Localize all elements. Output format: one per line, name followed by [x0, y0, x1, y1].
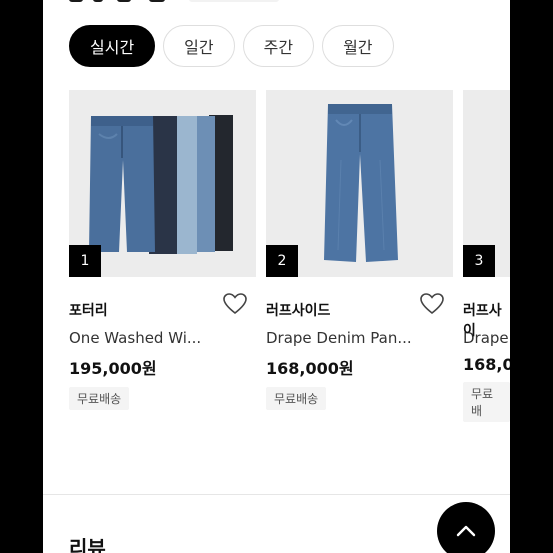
period-filter-tabs: 실시간 일간 주간 월간 [69, 25, 394, 67]
product-card[interactable]: 3 러프사이 Drape 168,0 무료배 [463, 90, 510, 422]
tab-daily[interactable]: 일간 [163, 25, 235, 67]
rank-badge: 1 [69, 245, 101, 277]
cut-off-section-header [69, 0, 279, 8]
app-screen: 실시간 일간 주간 월간 1 포터리 One Washed Wi... 195,… [43, 0, 510, 553]
heart-icon[interactable] [419, 292, 445, 316]
product-name[interactable]: Drape Denim Pan... [266, 329, 453, 347]
scroll-top-button[interactable] [437, 502, 495, 553]
product-brand[interactable]: 포터리 [69, 303, 108, 319]
free-shipping-badge: 무료배송 [266, 387, 327, 410]
rank-badge: 2 [266, 245, 298, 277]
free-shipping-badge: 무료배 [463, 382, 510, 422]
product-image[interactable]: 3 [463, 90, 510, 277]
product-name[interactable]: One Washed Wi... [69, 329, 256, 347]
product-brand[interactable]: 러프사이드 [266, 303, 330, 319]
heart-icon[interactable] [222, 292, 248, 316]
rank-badge: 3 [463, 245, 495, 277]
product-price: 168,0 [463, 355, 510, 374]
product-card[interactable]: 1 포터리 One Washed Wi... 195,000원 무료배송 [69, 90, 256, 410]
product-image[interactable]: 1 [69, 90, 256, 277]
product-image[interactable]: 2 [266, 90, 453, 277]
tab-realtime[interactable]: 실시간 [69, 25, 156, 67]
review-section-title: 리뷰 [69, 536, 106, 553]
tab-monthly[interactable]: 월간 [322, 25, 394, 67]
section-divider [43, 494, 510, 495]
product-price: 168,000원 [266, 359, 354, 378]
free-shipping-badge: 무료배송 [69, 387, 130, 410]
chevron-up-icon [456, 525, 476, 537]
product-card[interactable]: 2 러프사이드 Drape Denim Pan... 168,000원 무료배송 [266, 90, 453, 410]
product-price: 195,000원 [69, 359, 157, 378]
tab-weekly[interactable]: 주간 [242, 25, 315, 67]
